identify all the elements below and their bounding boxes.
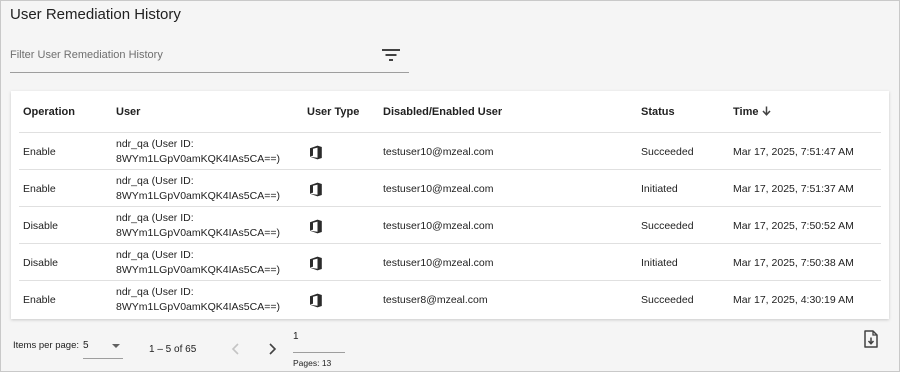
- cell-status: Succeeded: [641, 220, 694, 232]
- column-header-user[interactable]: User: [116, 106, 140, 118]
- cell-user-line2: 8WYm1LGpV0amKQK4IAs5CA==): [116, 153, 280, 165]
- current-page: 1: [293, 331, 299, 342]
- filter-list-icon[interactable]: [382, 48, 400, 62]
- column-header-operation[interactable]: Operation: [23, 106, 75, 118]
- cell-user: ndr_qa (User ID: 8WYm1LGpV0amKQK4IAs5CA=…: [116, 174, 280, 204]
- items-per-page-label: Items per page:: [13, 340, 80, 351]
- cell-status: Initiated: [641, 257, 678, 269]
- table-row[interactable]: Enable ndr_qa (User ID: 8WYm1LGpV0amKQK4…: [11, 133, 889, 170]
- items-per-page-value: 5: [83, 340, 89, 351]
- cell-user: ndr_qa (User ID: 8WYm1LGpV0amKQK4IAs5CA=…: [116, 137, 280, 167]
- cell-time: Mar 17, 2025, 7:50:52 AM: [733, 220, 854, 232]
- cell-user-line2: 8WYm1LGpV0amKQK4IAs5CA==): [116, 264, 280, 276]
- cell-user-line2: 8WYm1LGpV0amKQK4IAs5CA==): [116, 190, 280, 202]
- chevron-right-icon[interactable]: [265, 342, 279, 356]
- cell-user-line2: 8WYm1LGpV0amKQK4IAs5CA==): [116, 227, 280, 239]
- cell-status: Initiated: [641, 183, 678, 195]
- cell-user-line1: ndr_qa (User ID:: [116, 212, 194, 224]
- pages-label: Pages: 13: [293, 358, 332, 368]
- cell-user: ndr_qa (User ID: 8WYm1LGpV0amKQK4IAs5CA=…: [116, 211, 280, 241]
- arrow-down-icon: [762, 106, 772, 116]
- filter-input[interactable]: [10, 46, 370, 64]
- column-header-disabled-enabled-user[interactable]: Disabled/Enabled User: [383, 106, 502, 118]
- table-row[interactable]: Disable ndr_qa (User ID: 8WYm1LGpV0amKQK…: [11, 207, 889, 244]
- filter-field: [10, 39, 409, 73]
- cell-target-user: testuser8@mzeal.com: [383, 294, 488, 306]
- cell-status: Succeeded: [641, 294, 694, 306]
- column-header-time[interactable]: Time: [733, 106, 772, 118]
- cell-target-user: testuser10@mzeal.com: [383, 257, 494, 269]
- items-per-page-select[interactable]: 5: [83, 333, 123, 359]
- cell-user-line2: 8WYm1LGpV0amKQK4IAs5CA==): [116, 301, 280, 313]
- cell-time: Mar 17, 2025, 7:51:37 AM: [733, 183, 854, 195]
- page-number-field[interactable]: 1: [293, 328, 345, 353]
- cell-user-line1: ndr_qa (User ID:: [116, 175, 194, 187]
- cell-operation: Disable: [23, 220, 59, 232]
- cell-target-user: testuser10@mzeal.com: [383, 146, 494, 158]
- cell-target-user: testuser10@mzeal.com: [383, 220, 494, 232]
- paginator: Items per page: 5 1 – 5 of 65 1 Pages: 1…: [1, 323, 900, 372]
- cell-operation: Enable: [23, 183, 56, 195]
- page-title: User Remediation History: [10, 6, 181, 23]
- cell-user-line1: ndr_qa (User ID:: [116, 286, 194, 298]
- microsoft-office-icon: [310, 293, 322, 308]
- cell-operation: Disable: [23, 257, 59, 269]
- file-export-icon[interactable]: [863, 330, 879, 348]
- table-row[interactable]: Disable ndr_qa (User ID: 8WYm1LGpV0amKQK…: [11, 244, 889, 281]
- cell-time: Mar 17, 2025, 7:50:38 AM: [733, 257, 854, 269]
- caret-down-icon: [112, 344, 120, 348]
- cell-user-line1: ndr_qa (User ID:: [116, 249, 194, 261]
- history-table: Operation User User Type Disabled/Enable…: [11, 91, 889, 319]
- range-label: 1 – 5 of 65: [149, 344, 197, 355]
- microsoft-office-icon: [310, 219, 322, 234]
- column-header-user-type[interactable]: User Type: [307, 106, 359, 118]
- cell-operation: Enable: [23, 294, 56, 306]
- column-header-status[interactable]: Status: [641, 106, 675, 118]
- table-row[interactable]: Enable ndr_qa (User ID: 8WYm1LGpV0amKQK4…: [11, 170, 889, 207]
- app-frame: User Remediation History Operation User …: [0, 0, 900, 372]
- table-row[interactable]: Enable ndr_qa (User ID: 8WYm1LGpV0amKQK4…: [11, 281, 889, 318]
- microsoft-office-icon: [310, 182, 322, 197]
- cell-time: Mar 17, 2025, 7:51:47 AM: [733, 146, 854, 158]
- cell-time: Mar 17, 2025, 4:30:19 AM: [733, 294, 854, 306]
- cell-target-user: testuser10@mzeal.com: [383, 183, 494, 195]
- cell-status: Succeeded: [641, 146, 694, 158]
- cell-operation: Enable: [23, 146, 56, 158]
- microsoft-office-icon: [310, 145, 322, 160]
- microsoft-office-icon: [310, 256, 322, 271]
- cell-user: ndr_qa (User ID: 8WYm1LGpV0amKQK4IAs5CA=…: [116, 285, 280, 315]
- cell-user: ndr_qa (User ID: 8WYm1LGpV0amKQK4IAs5CA=…: [116, 248, 280, 278]
- cell-user-line1: ndr_qa (User ID:: [116, 138, 194, 150]
- column-header-time-label: Time: [733, 106, 759, 118]
- chevron-left-icon[interactable]: [229, 342, 243, 356]
